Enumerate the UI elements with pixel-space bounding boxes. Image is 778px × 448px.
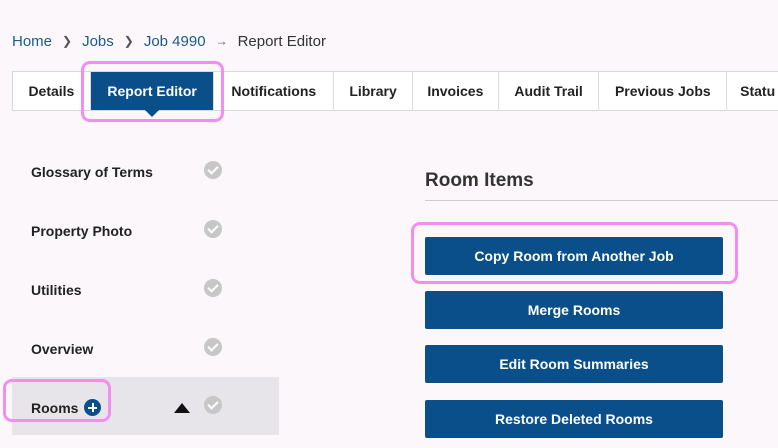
breadcrumb-current: Report Editor [237, 32, 326, 50]
copy-room-button[interactable]: Copy Room from Another Job [425, 237, 723, 275]
sidebar-item-label: Property Photo [31, 223, 133, 239]
tab-bar: Details Report Editor Notifications Libr… [12, 71, 778, 117]
check-circle-icon [204, 338, 222, 356]
restore-deleted-rooms-button[interactable]: Restore Deleted Rooms [425, 400, 723, 438]
sidebar-item-utilities[interactable]: Utilities [12, 259, 279, 318]
sidebar-item-property-photo[interactable]: Property Photo [12, 200, 279, 259]
check-circle-icon [204, 279, 222, 297]
sidebar-item-label: Overview [31, 341, 94, 357]
sidebar-item-label: Rooms [31, 399, 79, 416]
breadcrumb-jobs-link[interactable]: Jobs [82, 33, 114, 50]
room-items-heading: Room Items [425, 170, 534, 191]
check-circle-icon [204, 161, 222, 179]
arrow-right-icon: → [215, 34, 228, 48]
edit-room-summaries-button[interactable]: Edit Room Summaries [425, 345, 723, 383]
sidebar-item-overview[interactable]: Overview [12, 318, 279, 377]
tab-invoices[interactable]: Invoices [413, 72, 499, 110]
sidebar-item-rooms[interactable]: Rooms [12, 377, 279, 435]
merge-rooms-button[interactable]: Merge Rooms [425, 291, 723, 329]
sidebar-item-rooms-label-wrap: Rooms [31, 399, 102, 416]
chevron-right-icon: ❯ [123, 34, 134, 48]
check-circle-icon [204, 396, 222, 414]
breadcrumb-job-link[interactable]: Job 4990 [144, 33, 206, 50]
sidebar-item-label: Glossary of Terms [31, 164, 153, 180]
tab-notifications[interactable]: Notifications [214, 72, 335, 110]
tab-details[interactable]: Details [13, 72, 91, 110]
tab-report-editor[interactable]: Report Editor [90, 72, 215, 117]
breadcrumb: Home ❯ Jobs ❯ Job 4990 → Report Editor [12, 31, 326, 51]
add-room-plus-icon[interactable] [84, 399, 102, 416]
sidebar-item-label: Utilities [31, 282, 82, 298]
tab-audit-trail[interactable]: Audit Trail [499, 72, 600, 110]
check-circle-icon [204, 220, 222, 238]
sidebar: Glossary of Terms Property Photo Utiliti… [12, 141, 279, 435]
sidebar-item-glossary-of-terms[interactable]: Glossary of Terms [12, 141, 279, 200]
breadcrumb-home-link[interactable]: Home [12, 33, 52, 50]
tab-library[interactable]: Library [334, 72, 413, 110]
caret-up-icon[interactable] [174, 403, 190, 413]
tab-status[interactable]: Statu [727, 72, 778, 110]
section-divider [425, 200, 778, 201]
tab-previous-jobs[interactable]: Previous Jobs [599, 72, 728, 110]
chevron-right-icon: ❯ [62, 34, 73, 48]
